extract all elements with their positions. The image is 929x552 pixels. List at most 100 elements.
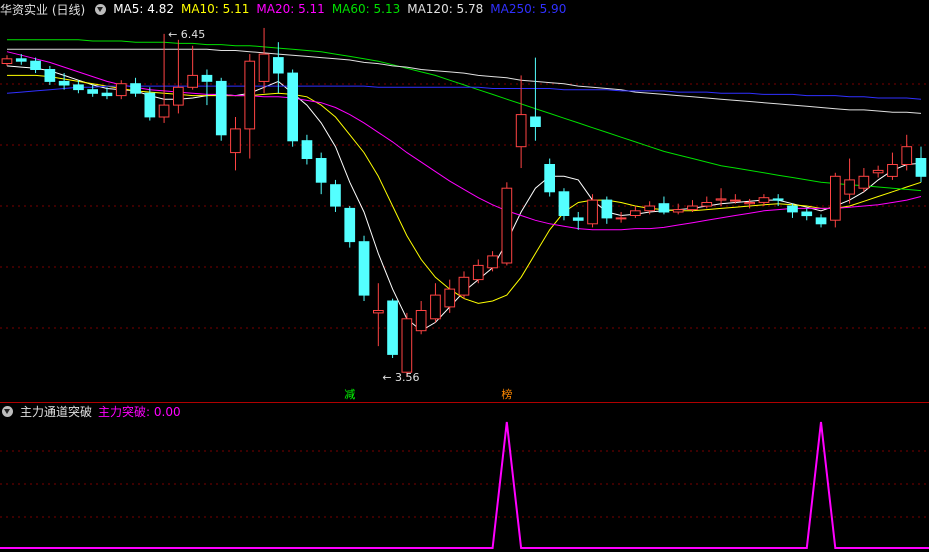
candle-body [87,89,99,94]
candle-body [315,158,327,183]
candle-body [658,203,670,213]
candle-body [44,69,56,82]
candle-body [558,191,570,217]
indicator-header: 主力通道突破 主力突破: 0.00 [0,402,188,420]
candle [315,152,327,195]
candle-body [872,169,884,174]
candle [373,283,384,347]
candle [58,73,70,90]
candle-body [630,210,641,217]
candle-body [358,241,370,296]
candle [187,45,199,90]
candle [858,168,870,192]
candle [872,165,884,178]
legend-ma5: MA5: 4.82 [113,2,174,16]
candle-body [130,83,141,94]
candle-body [401,318,413,373]
candle-body [273,57,284,74]
candle-body [444,288,456,308]
indicator-plot [0,421,929,549]
candle-body [187,74,199,88]
candle-body [73,84,84,91]
candle [415,301,427,335]
signal-marker: 减 [344,388,355,401]
candle [301,134,313,165]
candle [630,206,641,218]
price-marker-label: ← 3.56 [382,371,419,384]
candle [572,211,584,230]
candle [544,158,555,197]
candle [115,80,127,100]
candle [173,39,184,114]
ma-line-ma60 [7,39,922,192]
candle [215,77,227,141]
candle-body [787,205,798,213]
candle [501,182,513,266]
candle-body [15,58,27,62]
candle [358,235,370,302]
candle-body [215,80,227,136]
candle [44,65,56,85]
dropdown-toggle-icon[interactable] [2,405,13,417]
candle-body [487,255,498,269]
candle [558,188,570,221]
candle [444,279,456,313]
candle-body [258,53,270,82]
signal-marker: 榜 [501,387,512,401]
candle-body [544,164,555,193]
legend-ma60: MA60: 5.13 [331,2,401,16]
candle-body [201,74,213,82]
ma-line-ma250 [6,85,922,100]
stock-title: 华资实业 (日线) [0,2,86,17]
candle [344,206,356,248]
candle [601,196,613,224]
candle [844,158,855,204]
candle [615,211,627,223]
candle [458,271,470,299]
candle-body [230,128,241,154]
candle-body [30,60,41,71]
candle-body [458,276,470,296]
candle-body [530,116,541,127]
candle-body [772,198,784,201]
candle-body [173,86,184,106]
stock-chart[interactable]: ← 6.45 ← 3.56 减 榜 [0,0,929,552]
candle-body [101,92,113,97]
candle-body [387,300,398,355]
candle-body [758,197,770,203]
candle [330,179,341,212]
candle [787,203,798,218]
indicator-line [0,421,929,549]
candle [815,214,827,228]
ma-line-ma120 [7,48,922,114]
candle-body [587,199,598,225]
candle-body [615,217,627,220]
candle-body [58,80,70,86]
candle [287,69,298,147]
legend-ma10: MA10: 5.11 [180,2,250,16]
main-header: 华资实业 (日线) MA5: 4.82 MA10: 5.11 MA20: 5.1… [0,0,573,18]
candle-body [115,83,127,97]
candle [587,194,598,228]
candle-body [730,199,741,202]
candle-body [287,72,298,142]
candle-body [830,175,841,221]
price-marker-label: ← 6.45 [168,28,205,41]
indicator-value: 主力突破: 0.00 [98,404,181,419]
candle-body [515,114,527,148]
candle-body [1,58,13,64]
candle-body [715,198,727,201]
candle [915,146,927,183]
candle-body [744,202,755,205]
ma-line-ma20 [6,51,922,231]
dropdown-toggle-icon[interactable] [95,3,107,15]
legend-ma250: MA250: 5.90 [490,2,567,16]
candle [658,196,670,215]
candle [401,312,413,378]
candle [830,172,841,228]
candle [744,198,755,209]
indicator-title: 主力通道突破 [20,404,93,419]
candle-body [844,179,855,195]
candle-body [415,310,427,332]
grid-lines [0,83,929,518]
